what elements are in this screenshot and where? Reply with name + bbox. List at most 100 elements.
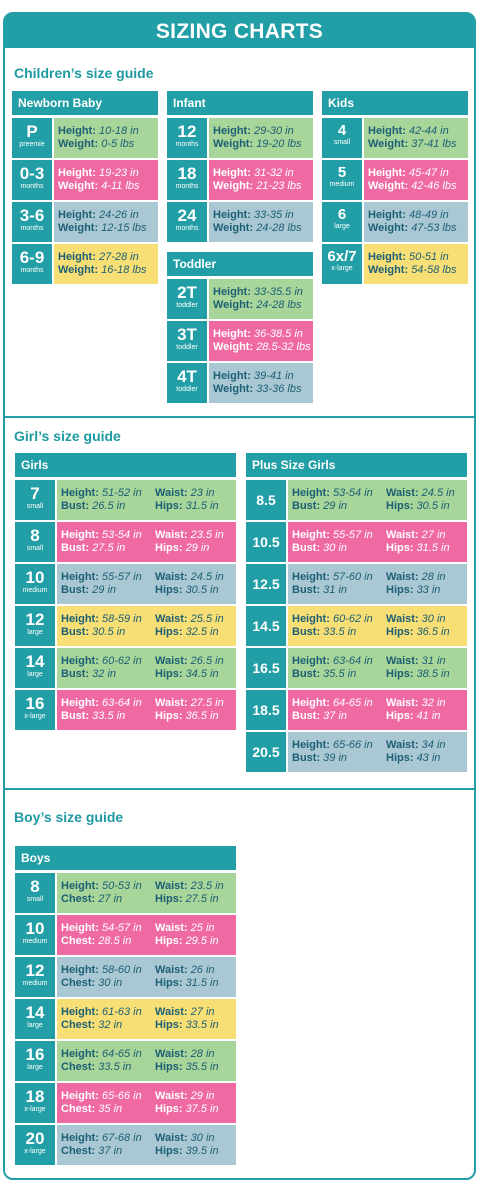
bust-line: Bust: 29 in xyxy=(61,584,116,597)
height-label: Height: xyxy=(292,697,330,709)
height-value: 50-53 in xyxy=(101,880,142,892)
table-row: 8 small Height: 50-53 in Waist: 23.5 in Ches… xyxy=(15,873,236,913)
bust-line: Bust: 26.5 in xyxy=(61,500,125,513)
bust-label: Bust: xyxy=(292,752,321,764)
size-label: 6 large xyxy=(322,202,362,242)
measurement-cell: Height: 54-57 in Waist: 25 in Chest: 28.5 … xyxy=(57,915,236,955)
table-row: 20.5 Height: 65-66 in Waist: 34 in Bust: 39… xyxy=(246,732,467,772)
height-line: Height: 10-18 in xyxy=(58,125,139,138)
hips-line: Hips: 30.5 in xyxy=(155,584,219,597)
bust-line: Bust: 27.5 in xyxy=(61,542,125,555)
bust-label: Bust: xyxy=(292,500,321,512)
height-value: 55-57 in xyxy=(332,529,373,541)
hips-line: Hips: 36.5 in xyxy=(386,626,450,639)
waist-line: Waist: 31 in xyxy=(386,655,446,668)
size-value: 7 xyxy=(30,484,40,503)
hips-value: 37.5 in xyxy=(185,1103,219,1115)
height-line: Height: 67-68 in xyxy=(61,1132,142,1145)
size-subtitle: large xyxy=(334,223,350,230)
measurement-cell: Height: 24-26 in Weight: 12-15 lbs xyxy=(54,202,158,242)
waist-line: Waist: 29 in xyxy=(155,1090,215,1103)
hips-line: Hips: 30.5 in xyxy=(386,500,450,513)
height-line: Height: 60-62 in xyxy=(292,613,373,626)
hips-label: Hips: xyxy=(155,1061,183,1073)
weight-line: Weight: 28.5-32 lbs xyxy=(213,341,311,354)
weight-line: Weight: 42-46 lbs xyxy=(368,180,456,193)
size-value: 20 xyxy=(25,1129,45,1148)
chest-line: Chest: 30 in xyxy=(61,977,122,990)
bust-line: Bust: 30 in xyxy=(292,542,347,555)
height-line: Height: 58-59 in xyxy=(61,613,142,626)
size-label: 18.5 xyxy=(246,690,286,730)
chest-value: 33.5 in xyxy=(98,1061,132,1073)
waist-label: Waist: xyxy=(155,922,188,934)
bust-label: Bust: xyxy=(292,542,321,554)
size-value: 8 xyxy=(30,877,40,896)
height-label: Height: xyxy=(213,125,251,137)
height-label: Height: xyxy=(61,1006,99,1018)
table-row: 18 x-large Height: 65-66 in Waist: 29 in Che… xyxy=(15,1083,236,1123)
size-subtitle: months xyxy=(175,225,199,232)
height-value: 63-64 in xyxy=(332,655,373,667)
size-subtitle: large xyxy=(27,629,43,636)
bust-line: Bust: 30.5 in xyxy=(61,626,125,639)
waist-label: Waist: xyxy=(386,571,419,583)
hips-label: Hips: xyxy=(155,584,183,596)
weight-line: Weight: 54-58 lbs xyxy=(368,264,456,277)
height-line: Height: 42-44 in xyxy=(368,125,449,138)
height-label: Height: xyxy=(368,209,406,221)
bust-value: 33.5 in xyxy=(323,626,357,638)
height-value: 61-63 in xyxy=(101,1006,142,1018)
size-label: 8 small xyxy=(15,873,55,913)
weight-value: 37-41 lbs xyxy=(411,138,457,150)
size-subtitle: x-large xyxy=(24,713,46,720)
waist-line: Waist: 27 in xyxy=(386,529,446,542)
table-row: 12 medium Height: 58-60 in Waist: 26 in Ches… xyxy=(15,957,236,997)
hips-line: Hips: 32.5 in xyxy=(155,626,219,639)
chest-label: Chest: xyxy=(61,1019,96,1031)
bust-label: Bust: xyxy=(61,584,90,596)
hips-value: 36.5 in xyxy=(416,626,450,638)
weight-label: Weight: xyxy=(213,341,254,353)
height-line: Height: 50-53 in xyxy=(61,880,142,893)
height-value: 39-41 in xyxy=(253,370,294,382)
size-value: 12.5 xyxy=(252,576,280,592)
height-line: Height: 48-49 in xyxy=(368,209,449,222)
table-row: 8 small Height: 53-54 in Waist: 23.5 in Bust… xyxy=(15,522,236,562)
hips-label: Hips: xyxy=(386,668,414,680)
size-label: 7 small xyxy=(15,480,55,520)
page-title: SIZING CHARTS xyxy=(5,14,474,48)
chest-value: 32 in xyxy=(98,1019,123,1031)
height-line: Height: 27-28 in xyxy=(58,251,139,264)
bust-label: Bust: xyxy=(292,668,321,680)
height-value: 60-62 in xyxy=(101,655,142,667)
height-value: 58-60 in xyxy=(101,964,142,976)
height-line: Height: 64-65 in xyxy=(61,1048,142,1061)
waist-label: Waist: xyxy=(155,1132,188,1144)
weight-value: 16-18 lbs xyxy=(101,264,147,276)
size-label: 3-6 months xyxy=(12,202,52,242)
bust-value: 29 in xyxy=(92,584,117,596)
girls-section-title: Girl’s size guide xyxy=(14,428,121,444)
sizing-charts-panel: SIZING CHARTS Children’s size guide Newb… xyxy=(3,12,476,1180)
waist-value: 30 in xyxy=(421,613,446,625)
hips-value: 38.5 in xyxy=(416,668,450,680)
weight-value: 33-36 lbs xyxy=(256,383,302,395)
size-label: 16.5 xyxy=(246,648,286,688)
size-subtitle: small xyxy=(333,139,351,146)
height-value: 48-49 in xyxy=(408,209,449,221)
height-value: 54-57 in xyxy=(101,922,142,934)
bust-label: Bust: xyxy=(61,668,90,680)
measurement-cell: Height: 53-54 in Waist: 24.5 in Bust: 29 i… xyxy=(288,480,467,520)
height-label: Height: xyxy=(213,209,251,221)
size-label: 5 medium xyxy=(322,160,362,200)
chest-line: Chest: 28.5 in xyxy=(61,935,131,948)
weight-value: 24-28 lbs xyxy=(256,299,302,311)
height-label: Height: xyxy=(368,167,406,179)
measurement-cell: Height: 55-57 in Waist: 24.5 in Bust: 29 i… xyxy=(57,564,236,604)
size-value: 0-3 xyxy=(19,164,45,183)
weight-value: 54-58 lbs xyxy=(411,264,457,276)
height-label: Height: xyxy=(213,167,251,179)
hips-value: 29 in xyxy=(185,542,210,554)
waist-line: Waist: 30 in xyxy=(386,613,446,626)
